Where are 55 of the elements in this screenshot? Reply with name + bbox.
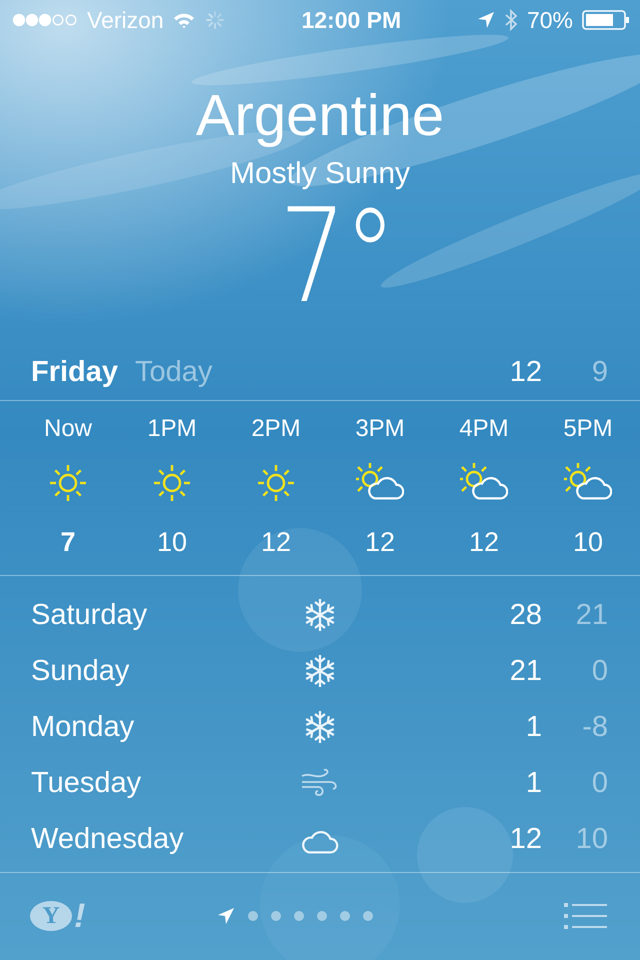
low-temperature: 0 (590, 766, 608, 800)
page-dot[interactable] (340, 911, 350, 921)
location-page-icon[interactable] (216, 907, 235, 925)
day-name: Wednesday (31, 822, 185, 856)
clock-time: 12:00 PM (300, 6, 402, 34)
low-temperature: 0 (590, 654, 608, 688)
sun-icon (48, 463, 88, 503)
page-dot[interactable] (294, 911, 304, 921)
today-label: Today (135, 356, 212, 388)
weather-condition: Mostly Sunny (230, 156, 410, 192)
high-temperature: 21 (508, 654, 542, 688)
carrier-name: Verizon (87, 6, 164, 34)
page-dot[interactable] (248, 911, 258, 921)
day-name: Sunday (31, 654, 130, 688)
hour-label: 3PM (355, 415, 405, 444)
high-temperature: 28 (508, 598, 542, 632)
hour-temperature: 12 (260, 527, 292, 558)
high-temperature: 1 (524, 766, 542, 800)
bluetooth-icon (504, 9, 518, 31)
current-temperature: 7° (279, 200, 394, 312)
high-temperature: 12 (508, 822, 542, 856)
hour-temperature: 12 (364, 527, 396, 558)
wifi-icon (172, 12, 195, 28)
signal-icon (12, 13, 78, 27)
sun-icon (256, 463, 296, 503)
low-temperature: 21 (574, 598, 608, 632)
sun-icon (152, 463, 192, 503)
high-temperature: 1 (524, 710, 542, 744)
low-temperature: 9 (590, 356, 608, 388)
low-temperature: 10 (574, 822, 608, 856)
logo-mark: ! (74, 896, 86, 936)
day-name: Tuesday (31, 766, 142, 800)
low-temperature: -8 (581, 710, 608, 744)
hour-temperature: 7 (60, 527, 76, 558)
hour-temperature: 10 (572, 527, 604, 558)
battery-icon (582, 10, 630, 30)
activity-spinner-icon (204, 9, 226, 31)
day-name: Saturday (31, 598, 148, 632)
location-arrow-icon (476, 11, 495, 29)
hour-label: 1PM (147, 415, 197, 444)
high-temperature: 12 (510, 356, 542, 388)
hour-label: 2PM (251, 415, 301, 444)
battery-percent: 70% (526, 6, 573, 34)
hour-temperature: 12 (468, 527, 500, 558)
page-dot[interactable] (270, 911, 281, 921)
page-dot[interactable] (316, 911, 327, 921)
page-dot[interactable] (362, 911, 373, 921)
day-name: Monday (31, 710, 136, 744)
day-name: Friday (31, 356, 118, 388)
list-icon[interactable] (564, 902, 608, 930)
city-name: Argentine (196, 83, 444, 149)
hour-label: 4PM (459, 415, 509, 444)
hour-label: Now (44, 415, 92, 444)
hour-label: 5PM (563, 415, 613, 444)
hour-temperature: 10 (156, 527, 188, 558)
